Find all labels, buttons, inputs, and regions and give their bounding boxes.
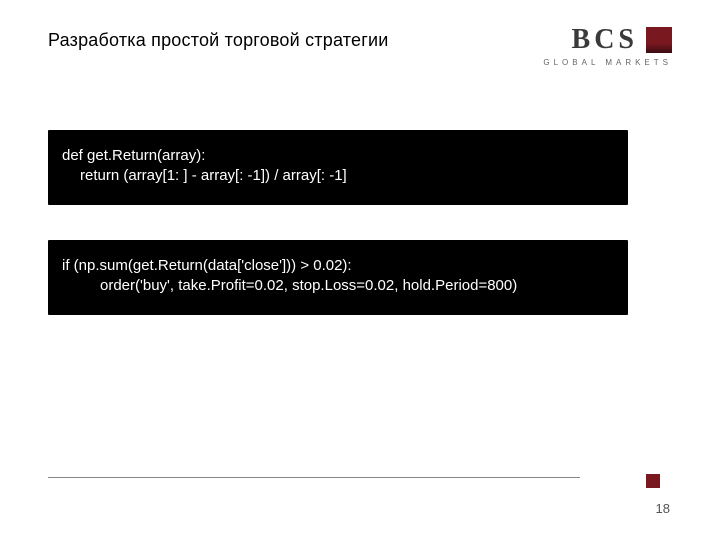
code-line: order('buy', take.Profit=0.02, stop.Loss… [62,276,614,296]
logo: BCS GLOBAL MARKETS [543,24,672,67]
code-line: return (array[1: ] - array[: -1]) / arra… [62,166,614,186]
header: Разработка простой торговой стратегии BC… [48,26,672,76]
logo-subtitle: GLOBAL MARKETS [543,58,672,67]
code-block-1: def get.Return(array): return (array[1: … [48,130,628,205]
code-block-2: if (np.sum(get.Return(data['close'])) > … [48,240,628,315]
logo-letters: BCS [572,24,638,56]
footer-divider [48,477,580,478]
footer-square-icon [646,474,660,488]
logo-row: BCS [572,24,672,56]
page-number: 18 [656,501,670,516]
slide-title: Разработка простой торговой стратегии [48,30,389,51]
slide: Разработка простой торговой стратегии BC… [0,0,720,540]
logo-square-icon [646,27,672,53]
code-line: def get.Return(array): [62,146,614,166]
code-line: if (np.sum(get.Return(data['close'])) > … [62,256,614,276]
